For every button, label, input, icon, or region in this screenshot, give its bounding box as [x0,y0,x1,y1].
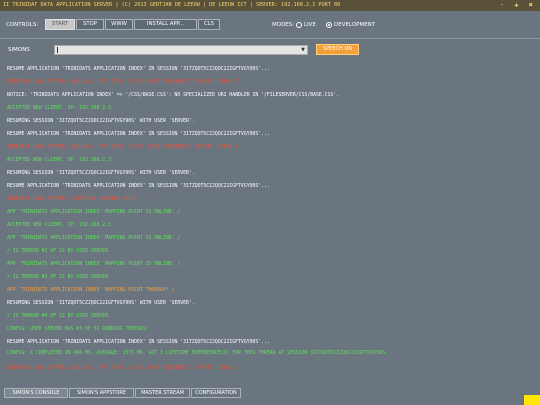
console-line: RESUME APPLICATION 'TRINIDATS APPLICATIO… [7,132,270,137]
console-line: CONFIG: X COMPLETED IN 496 MS. AVERAGE: … [7,351,389,356]
console-output[interactable]: RESUME APPLICATION 'TRINIDATS APPLICATIO… [4,60,534,384]
cls-button[interactable]: CLS [198,19,220,30]
tab-simon-s-console[interactable]: SIMON'S CONSOLE [4,388,68,398]
session-select[interactable]: ▼ [54,45,308,55]
console-line: RESUMING SESSION '31TZQOT5CZJQOC22IGFTVG… [7,119,195,124]
chevron-down-icon[interactable]: ▼ [301,47,305,53]
tab-master-stream[interactable]: MASTER STREAM [135,388,190,398]
console-line: ACCEPTED NEW CLIENT. IP: 192.168.2.3 [7,158,111,163]
window-title: II TRINIDAT DATA APPLICATION SERVER | (C… [3,2,341,8]
window-title-bar: II TRINIDAT DATA APPLICATION SERVER | (C… [0,0,540,11]
console-line: RESUME APPLICATION 'TRINIDATS APPLICATIO… [7,184,270,189]
console-line: RESUMING SESSION '31TZQOT5CZJQOC22IGFTVG… [7,301,195,306]
install-app-button[interactable]: INSTALL APP... [134,19,197,30]
console-line: TRINIDAT DATA SERVER: 3 WAITING MAPPING … [7,197,146,202]
console-line: / IS THREAD #3 OF 32 BY USER SERVER. [7,275,111,280]
console-line: / IS THREAD #2 OF 32 BY USER SERVER. [7,249,111,254]
console-line: TRINIDAT DATA SERVER: QUEUING / AVG TIME… [7,145,241,150]
tab-simon-s-appstore[interactable]: SIMON'S APPSTORE [69,388,134,398]
www-button[interactable]: WWW [105,19,133,30]
modes-label: MODES: [272,22,295,28]
window-controls[interactable]: - ✚ ✖ [500,0,536,11]
resize-handle[interactable] [524,395,540,405]
console-line: NOTICE: 'TRINIDATS APPLICATION INDEX' =>… [7,93,340,98]
mode-development-label: DEVELOPMENT [334,22,376,28]
stop-button[interactable]: STOP [76,19,104,30]
console-line: APP 'TRINIDATS APPLICATION INDEX' MAPPIN… [7,262,181,267]
session-label: SIMONS [8,47,30,53]
controls-bar: CONTROLS: START STOP WWW INSTALL APP... … [0,16,540,34]
console-line: ACCEPTED NEW CLIENT. IP: 192.168.2.3 [7,223,111,228]
console-line: TRINIDAT DATA SERVER: QUEUING / AVG TIME… [7,366,241,371]
console-line: TRINIDAT DATA SERVER: QUEUING / AVG TIME… [7,80,241,85]
mode-live-radio[interactable] [296,22,302,28]
console-line: APP 'TRINIDATS APPLICATION INDEX' MAPPIN… [7,288,175,293]
mode-development-radio[interactable] [326,22,332,28]
console-line: / IS THREAD #4 OF 32 BY USER SERVER. [7,314,111,319]
start-button[interactable]: START [45,19,75,30]
console-line: CONFIG: USER SERVER HAS #3 OF 32 RUNNING… [7,327,149,332]
controls-label: CONTROLS: [6,22,39,28]
console-line: APP 'TRINIDATS APPLICATION INDEX' MAPPIN… [7,210,181,215]
speech-on-button[interactable]: SPEECH ON [316,44,359,55]
console-line: APP 'TRINIDATS APPLICATION INDEX' MAPPIN… [7,236,181,241]
console-line: RESUMING SESSION '31TZQOT5CZJQOC22IGFTVG… [7,171,195,176]
text-caret [57,47,58,53]
divider [0,38,540,39]
mode-live-label: LIVE [304,22,316,28]
console-line: ACCEPTED NEW CLIENT. IP: 192.168.2.3 [7,106,111,111]
console-line: RESUME APPLICATION 'TRINIDATS APPLICATIO… [7,340,270,345]
console-line: RESUME APPLICATION 'TRINIDATS APPLICATIO… [7,67,270,72]
tab-configuration[interactable]: CONFIGURATION [191,388,241,398]
